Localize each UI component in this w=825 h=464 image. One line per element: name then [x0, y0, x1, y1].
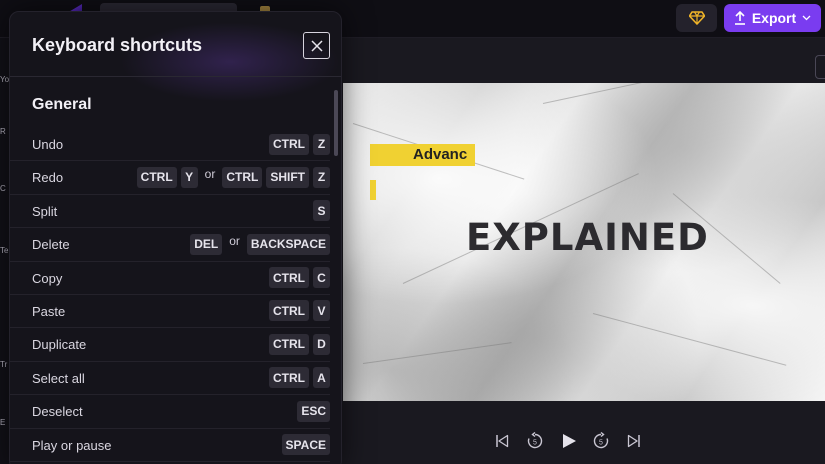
key-badge: S — [313, 200, 330, 222]
rewind-5-label: 5 — [533, 440, 537, 447]
shortcut-keys: DEL or BACKSPACE — [190, 233, 330, 255]
diamond-icon — [688, 11, 705, 25]
export-label: Export — [751, 10, 797, 26]
shortcut-row: Paste CTRL V — [10, 295, 330, 329]
shortcut-row: Duplicate CTRL D — [10, 328, 330, 362]
key-badge: CTRL — [269, 300, 309, 322]
forward-5-label: 5 — [599, 440, 603, 447]
rail-label-effects[interactable]: E — [0, 418, 5, 427]
or-separator: or — [204, 167, 216, 182]
shortcut-name: Paste — [32, 303, 66, 319]
key-badge: DEL — [190, 233, 223, 255]
highlight-text: Advanc — [413, 146, 468, 163]
panel-divider — [10, 76, 341, 77]
skip-back-button[interactable] — [490, 428, 514, 454]
upload-icon — [734, 11, 745, 25]
or-separator: or — [229, 234, 240, 249]
close-icon — [310, 39, 323, 52]
shortcut-row: Deselect ESC — [10, 395, 330, 429]
shortcut-row: Copy CTRL C — [10, 262, 330, 295]
shortcut-name: Split — [32, 203, 58, 219]
paper-crease — [542, 83, 759, 104]
rail-label-content[interactable]: C — [0, 184, 6, 193]
key-badge: D — [313, 333, 330, 355]
highlight-tick — [370, 180, 376, 200]
key-badge: V — [313, 300, 330, 322]
rail-label-your-media[interactable]: Yo — [0, 75, 9, 84]
shortcut-row: Undo CTRL Z — [10, 128, 330, 162]
shortcut-row: Redo CTRL Yor CTRL SHIFT Z — [10, 161, 330, 195]
close-button[interactable] — [303, 32, 330, 59]
key-badge: CTRL — [269, 333, 309, 355]
paper-crease — [362, 342, 512, 364]
shortcut-keys: CTRL Z — [269, 133, 330, 155]
rewind-5-icon: 5 — [527, 432, 543, 449]
key-badge: CTRL — [222, 166, 263, 188]
shortcut-keys: ESC — [297, 400, 330, 422]
shortcut-row: Delete DEL or BACKSPACE — [10, 228, 330, 262]
key-badge: CTRL — [269, 267, 309, 289]
shortcut-keys: CTRL A — [269, 367, 330, 389]
shortcut-name: Select all — [32, 370, 85, 386]
aspect-ratio-button[interactable] — [815, 55, 825, 79]
key-badge: SHIFT — [266, 166, 309, 188]
skip-forward-icon — [627, 434, 640, 448]
shortcut-row: Select all CTRL A — [10, 362, 330, 396]
playback-controls: 5 5 — [490, 428, 650, 454]
headline-text: EXPLAINED — [466, 216, 709, 259]
scrollbar-thumb[interactable] — [334, 90, 338, 156]
key-badge: BACKSPACE — [246, 233, 330, 255]
rail-label-transitions[interactable]: Tr — [0, 360, 7, 369]
rail-label-text[interactable]: Te — [0, 246, 8, 255]
shortcut-keys: CTRL D — [269, 333, 330, 355]
shortcut-keys: CTRL C — [269, 267, 330, 289]
chevron-down-icon — [802, 15, 811, 21]
rewind-5-button[interactable]: 5 — [523, 428, 547, 454]
export-button[interactable]: Export — [724, 4, 821, 32]
key-badge: Y — [180, 166, 198, 188]
shortcut-name: Copy — [32, 270, 63, 286]
shortcut-name: Play or pause — [32, 437, 112, 453]
key-badge: C — [313, 267, 330, 289]
key-badge: A — [313, 367, 330, 389]
key-badge: SPACE — [281, 434, 330, 456]
skip-forward-button[interactable] — [622, 428, 646, 454]
shortcut-keys: CTRL V — [269, 300, 330, 322]
key-badge: CTRL — [269, 133, 309, 155]
shortcut-name: Duplicate — [32, 337, 87, 353]
key-badge: Z — [313, 133, 330, 155]
panel-title: Keyboard shortcuts — [32, 35, 203, 55]
shortcut-name: Redo — [32, 170, 64, 186]
play-icon — [563, 434, 576, 448]
rail-label-record[interactable]: R — [0, 127, 6, 136]
forward-5-icon: 5 — [593, 432, 609, 449]
shortcut-name: Deselect — [32, 404, 83, 420]
skip-back-icon — [496, 434, 509, 448]
shortcut-list: Undo CTRL Z Redo CTRL Yor CTRL SHIFT Z Split S Dele… — [10, 128, 330, 462]
shortcut-row: Split S — [10, 195, 330, 229]
video-preview[interactable]: Advanc EXPLAINED — [343, 83, 825, 401]
key-badge: Z — [313, 166, 330, 188]
shortcut-name: Undo — [32, 137, 64, 152]
key-badge: CTRL — [269, 367, 309, 389]
section-heading-general: General — [32, 96, 92, 113]
paper-crease — [592, 313, 787, 366]
key-badge: CTRL — [136, 166, 177, 188]
shortcut-keys: CTRL Yor CTRL SHIFT Z — [136, 166, 330, 188]
shortcut-keys: SPACE — [281, 434, 330, 456]
premium-button[interactable] — [676, 4, 717, 32]
play-button[interactable] — [557, 428, 581, 454]
key-badge: ESC — [297, 400, 330, 422]
forward-5-button[interactable]: 5 — [589, 428, 613, 454]
keyboard-shortcuts-panel: Keyboard shortcuts General Undo CTRL Z Redo… — [9, 11, 342, 464]
shortcut-row: Play or pause SPACE — [10, 429, 330, 462]
shortcut-keys: S — [313, 200, 330, 222]
shortcut-name: Delete — [32, 237, 70, 253]
